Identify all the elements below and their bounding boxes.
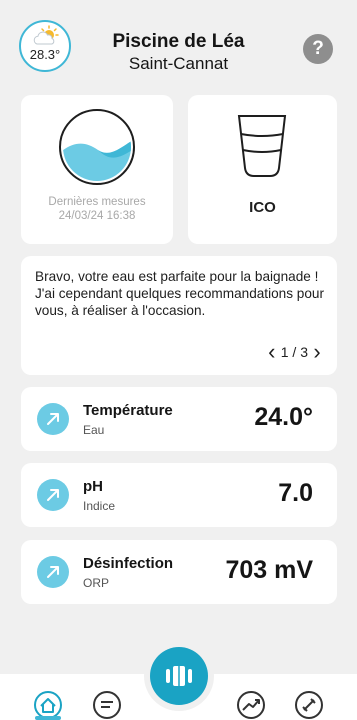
partly-sunny-icon — [33, 25, 59, 45]
water-wave-icon — [59, 109, 135, 185]
next-recommendation-button[interactable]: › — [310, 341, 324, 363]
metric-value: 703 mV — [225, 556, 313, 584]
metric-value: 24.0° — [254, 403, 313, 431]
metric-name: Désinfection — [83, 555, 174, 572]
metric-value: 7.0 — [278, 479, 313, 507]
metric-subtitle: Indice — [83, 499, 116, 513]
metric-card-ph[interactable]: pH Indice 7.0 — [21, 463, 337, 527]
chat-icon[interactable] — [92, 690, 122, 720]
prev-recommendation-button[interactable]: ‹ — [265, 341, 279, 363]
metric-name: Température — [83, 402, 173, 419]
metric-subtitle: ORP — [83, 576, 110, 590]
trend-icon[interactable] — [236, 690, 266, 720]
trend-arrow-icon — [37, 403, 69, 435]
header: 28.3° Piscine de Léa Saint-Cannat ? — [0, 0, 357, 88]
last-measures-date: 24/03/24 16:38 — [58, 210, 136, 222]
metric-card-temperature[interactable]: Température Eau 24.0° — [21, 387, 337, 451]
metric-card-disinfection[interactable]: Désinfection ORP 703 mV — [21, 540, 337, 604]
pool-title: Piscine de Léa — [112, 31, 245, 52]
tools-icon[interactable] — [294, 690, 324, 720]
pool-center-button[interactable] — [150, 647, 208, 705]
active-tab-indicator — [35, 716, 61, 720]
recommendation-pager: ‹ 1 / 3 › — [265, 341, 324, 363]
pool-location: Saint-Cannat — [128, 54, 229, 73]
recommendation-page-indicator: 1 / 3 — [280, 344, 308, 360]
device-name: ICO — [249, 199, 276, 216]
ico-device-icon — [237, 115, 287, 177]
recommendation-card: Bravo, votre eau est parfaite pour la ba… — [21, 256, 337, 375]
metric-name: pH — [83, 478, 103, 495]
recommendation-text: Bravo, votre eau est parfaite pour la ba… — [35, 269, 325, 318]
device-card[interactable]: ICO — [188, 95, 337, 244]
trend-arrow-icon — [37, 479, 69, 511]
metric-subtitle: Eau — [83, 423, 105, 437]
help-button[interactable]: ? — [303, 34, 333, 64]
weather-temperature: 28.3° — [29, 47, 61, 62]
measures-card[interactable]: Dernières mesures 24/03/24 16:38 — [21, 95, 173, 244]
weather-badge[interactable]: 28.3° — [19, 20, 71, 72]
trend-arrow-icon — [37, 556, 69, 588]
pool-ladder-icon — [166, 666, 192, 686]
last-measures-label: Dernières mesures — [48, 196, 146, 208]
